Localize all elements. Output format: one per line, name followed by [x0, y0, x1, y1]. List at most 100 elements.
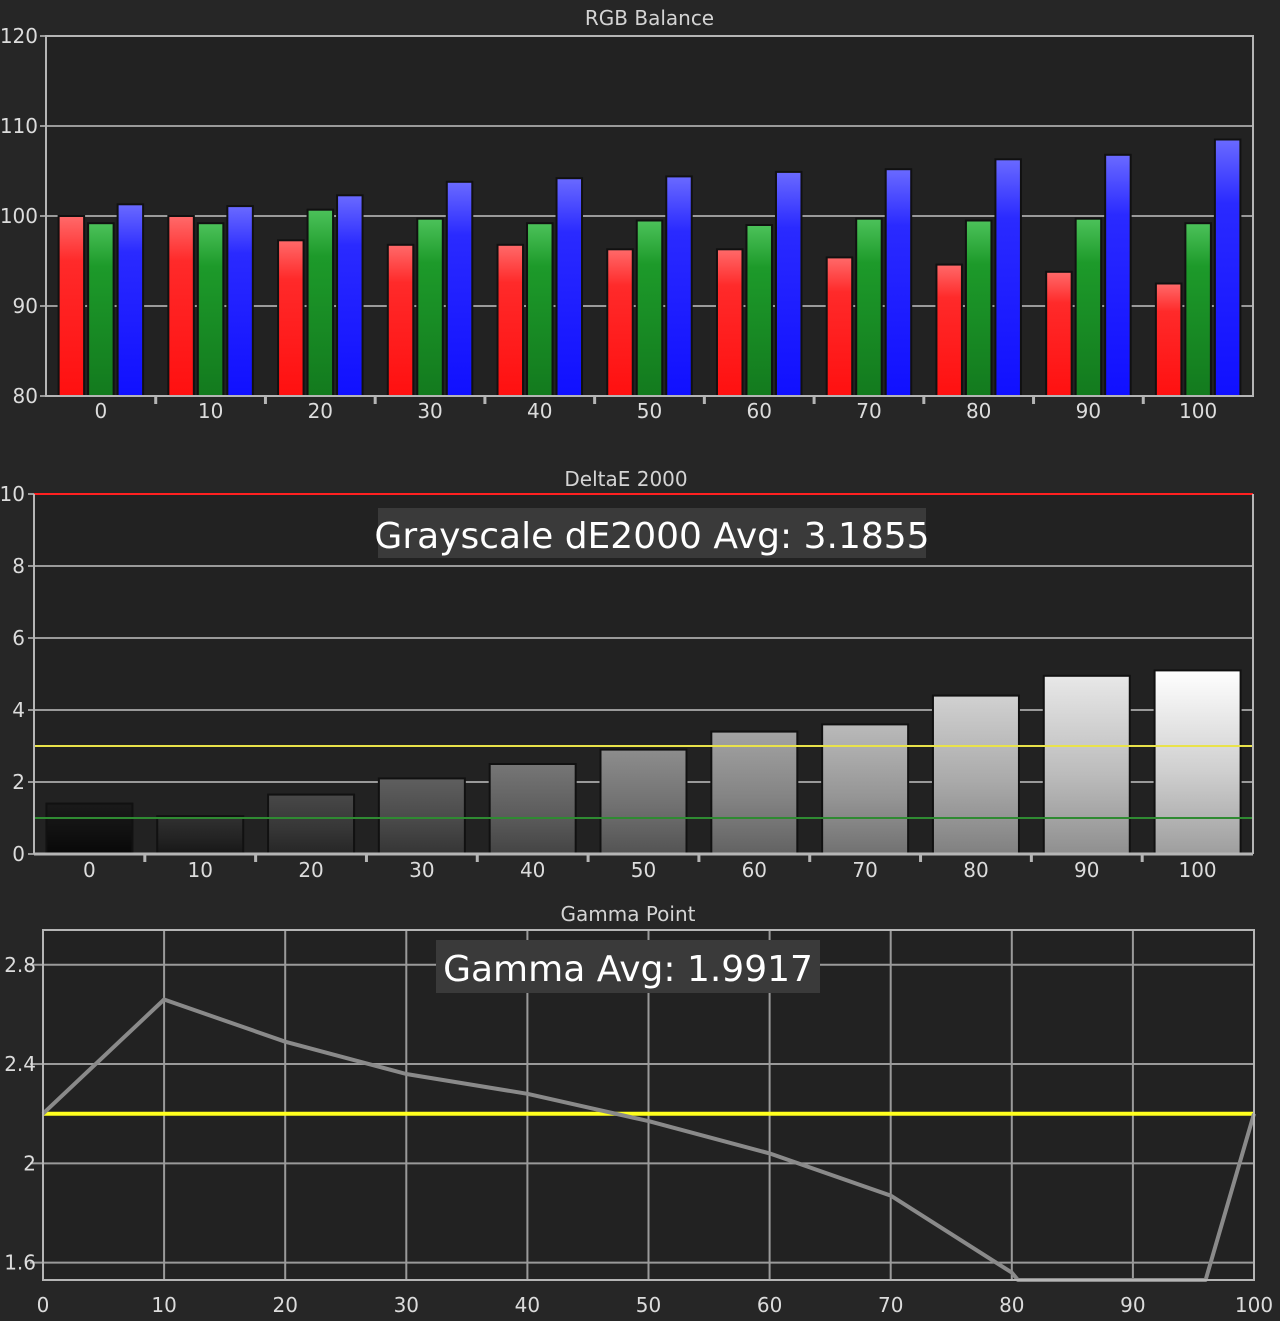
bar-blue — [994, 158, 1022, 397]
y-tick-label: 8 — [12, 554, 25, 578]
bar-red — [386, 243, 415, 397]
chart-title: Gamma Point — [561, 902, 696, 926]
bar-green — [1074, 217, 1103, 397]
bar-blue — [884, 168, 913, 397]
bar-green — [526, 222, 554, 397]
y-tick-label: 10 — [0, 482, 25, 506]
bar-blue — [1213, 138, 1242, 397]
y-tick-label: 120 — [0, 24, 38, 48]
bar-red — [715, 248, 744, 397]
x-tick-label: 20 — [298, 858, 323, 882]
x-tick-label: 30 — [409, 858, 434, 882]
bar-green — [1184, 222, 1212, 397]
bar-green — [964, 219, 993, 397]
rgb-balance-chart: RGB Balance 80 90 100 110 120 0 10 20 30 40 50 60 70 8… — [0, 6, 1254, 423]
x-tick-label: 40 — [515, 1293, 540, 1317]
x-tick-label: 90 — [1120, 1293, 1145, 1317]
bar-green — [855, 217, 883, 397]
y-tick-label: 110 — [0, 114, 38, 138]
x-tick-label: 100 — [1235, 1293, 1273, 1317]
y-tick-label: 2.8 — [4, 953, 36, 977]
x-tick-label: 80 — [999, 1293, 1024, 1317]
chart-title: RGB Balance — [585, 6, 714, 30]
bar-green — [196, 222, 225, 397]
deltae-2000-chart: DeltaE 200002468100 10 20 30 40 50 60 70 80 90 100… — [0, 467, 1254, 882]
bar-red — [496, 243, 525, 397]
x-tick-label: 0 — [37, 1293, 50, 1317]
bar-delta-e — [377, 777, 466, 856]
y-tick-label: 2 — [12, 770, 25, 794]
x-tick-label: 60 — [757, 1293, 782, 1317]
x-tick-label: 0 — [94, 399, 107, 423]
x-tick-label: 30 — [394, 1293, 419, 1317]
bar-delta-e — [156, 815, 245, 856]
bar-delta-e — [599, 748, 688, 855]
bar-blue — [336, 194, 364, 397]
y-tick-label: 90 — [13, 294, 38, 318]
x-tick-label: 70 — [852, 858, 877, 882]
bar-delta-e — [710, 730, 799, 855]
bar-red — [167, 215, 195, 397]
bar-delta-e — [1042, 674, 1131, 855]
bar-delta-e — [45, 802, 134, 855]
x-tick-label: 70 — [878, 1293, 903, 1317]
bar-red — [825, 256, 854, 397]
x-tick-label: 40 — [527, 399, 552, 423]
bar-green — [416, 217, 444, 397]
x-tick-label: 10 — [188, 858, 213, 882]
x-tick-label: 50 — [636, 1293, 661, 1317]
y-tick-label: 100 — [0, 204, 38, 228]
bar-blue — [1104, 153, 1132, 397]
bar-delta-e — [931, 694, 1020, 855]
x-tick-label: 30 — [417, 399, 442, 423]
x-tick-label: 100 — [1179, 399, 1217, 423]
x-tick-label: 20 — [272, 1293, 297, 1317]
x-tick-label: 90 — [1074, 858, 1099, 882]
x-tick-label: 70 — [856, 399, 881, 423]
y-tick-label: 1.6 — [4, 1251, 36, 1275]
gamma-point-chart: Gamma Point 1.6 2 2.4 2.8 0 10 20 30 40 50 60 70 80 90… — [4, 902, 1273, 1317]
bar-red — [606, 248, 634, 397]
y-tick-label: 2.4 — [4, 1052, 36, 1076]
y-tick-label: 80 — [13, 384, 38, 408]
y-tick-label: 2 — [23, 1151, 36, 1175]
x-tick-label: 20 — [308, 399, 333, 423]
chart-title: DeltaE 2000 — [564, 467, 687, 491]
bar-blue — [445, 180, 474, 397]
bar-green — [635, 219, 664, 397]
bar-red — [1045, 270, 1073, 397]
bar-delta-e — [821, 723, 910, 856]
x-tick-label: 50 — [631, 858, 656, 882]
x-tick-label: 80 — [966, 399, 991, 423]
x-tick-label: 40 — [520, 858, 545, 882]
x-tick-label: 0 — [83, 858, 96, 882]
bar-blue — [116, 203, 145, 397]
x-tick-label: 10 — [151, 1293, 176, 1317]
bar-blue — [665, 175, 693, 397]
gamma-avg-label: Gamma Avg: 1.9917 — [443, 949, 813, 990]
bar-green — [745, 224, 773, 397]
bar-red — [277, 239, 305, 397]
grayscale-avg-label: Grayscale dE2000 Avg: 3.1855 — [374, 516, 929, 557]
y-tick-label: 4 — [12, 698, 25, 722]
x-tick-label: 10 — [198, 399, 223, 423]
x-tick-label: 60 — [742, 858, 767, 882]
bar-blue — [774, 170, 803, 397]
bar-green — [87, 222, 115, 397]
bar-red — [1154, 282, 1183, 397]
x-tick-label: 60 — [747, 399, 772, 423]
bar-green — [306, 208, 335, 397]
y-tick-label: 6 — [12, 626, 25, 650]
bar-delta-e — [488, 763, 577, 855]
bar-blue — [555, 177, 584, 397]
bar-red — [935, 263, 963, 397]
bar-delta-e — [1153, 669, 1242, 856]
x-tick-label: 50 — [637, 399, 662, 423]
x-tick-label: 80 — [963, 858, 988, 882]
bar-delta-e — [267, 793, 356, 855]
x-tick-label: 90 — [1076, 399, 1101, 423]
bar-red — [57, 215, 86, 397]
calibration-report: RGB Balance80901001101200 10 20 30 40 50 60 70 8… — [0, 6, 1273, 1317]
x-tick-label: 100 — [1178, 858, 1216, 882]
y-tick-label: 0 — [12, 842, 25, 866]
